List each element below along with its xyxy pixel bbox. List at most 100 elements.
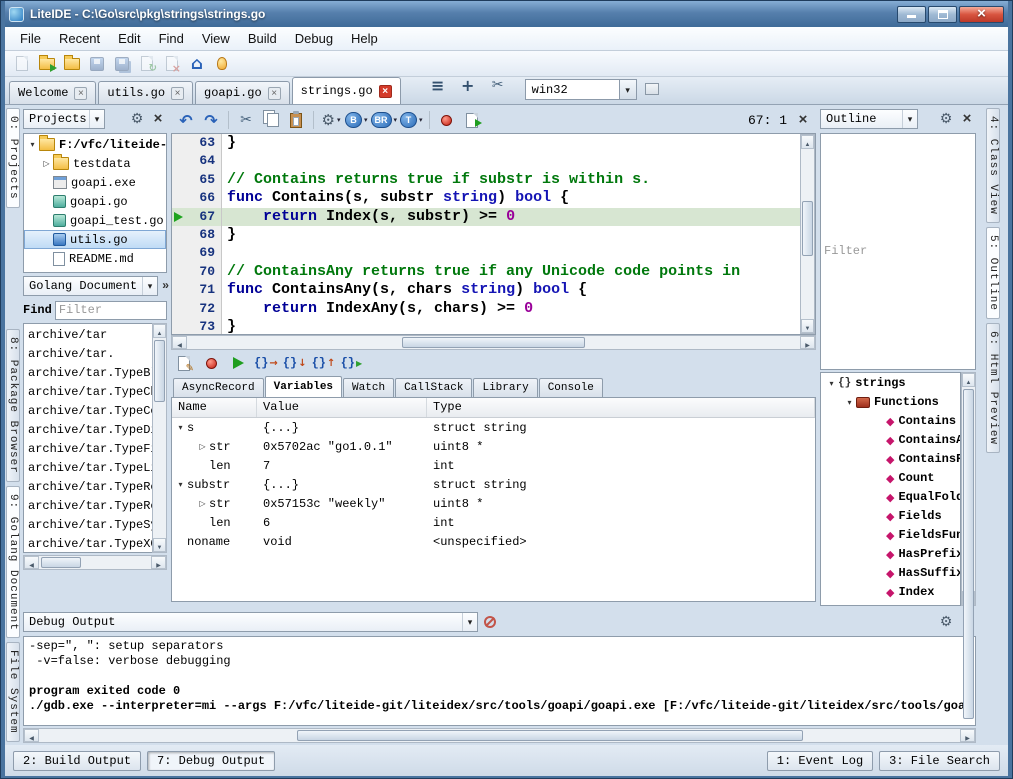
outline-item-equalfold[interactable]: ◆EqualFold xyxy=(821,488,960,507)
code-line-65[interactable]: 65// Contains returns true if substr is … xyxy=(172,171,800,189)
redo-icon[interactable] xyxy=(200,109,222,131)
status-button-1-event-log[interactable]: 1: Event Log xyxy=(767,751,873,771)
continue-icon[interactable] xyxy=(227,352,249,374)
outline-item-hasprefix[interactable]: ◆HasPrefix xyxy=(821,545,960,564)
projects-combo[interactable]: Projects xyxy=(23,109,105,129)
menu-find[interactable]: Find xyxy=(150,29,193,48)
doc-item-archive-tar-typereg[interactable]: archive/tar.TypeReg xyxy=(24,477,152,496)
outline-item-fieldsfunc[interactable]: ◆FieldsFunc xyxy=(821,526,960,545)
godoc-scrollbar[interactable] xyxy=(152,323,167,553)
project-item-f-vfc-liteide-git[interactable]: ▾F:/vfc/liteide-git xyxy=(24,135,166,154)
tab-close-icon[interactable]: × xyxy=(268,87,281,100)
step-into-icon[interactable] xyxy=(283,352,307,374)
side-tab-5-outline[interactable]: 5: Outline xyxy=(986,227,1000,319)
scroll-thumb[interactable] xyxy=(154,340,165,402)
debug-output-combo[interactable]: Debug Output xyxy=(23,612,478,632)
doc-item-archive-tar[interactable]: archive/tar xyxy=(24,325,152,344)
menu-debug[interactable]: Debug xyxy=(286,29,342,48)
debug-tab-variables[interactable]: Variables xyxy=(265,376,342,397)
menu-view[interactable]: View xyxy=(193,29,239,48)
scroll-track[interactable] xyxy=(801,149,814,319)
scroll-thumb[interactable] xyxy=(297,730,804,741)
expander-icon[interactable]: ▾ xyxy=(843,398,856,407)
side-tab-file-system[interactable]: File System xyxy=(6,642,20,742)
column-header-name[interactable]: Name xyxy=(172,398,257,417)
code-line-66[interactable]: 66func Contains(s, substr string) bool { xyxy=(172,189,800,207)
leftdock-hscrollbar[interactable] xyxy=(23,555,167,570)
variable-row-str[interactable]: ▷str0x57153c "weekly"uint8 * xyxy=(172,494,815,513)
expander-icon[interactable]: ▾ xyxy=(174,423,187,432)
chevron-down-icon[interactable] xyxy=(142,277,157,295)
doc-item-archive-tar-typerega[interactable]: archive/tar.TypeRegA xyxy=(24,496,152,515)
status-button-2-build-output[interactable]: 2: Build Output xyxy=(13,751,141,771)
outline-item-hassuffix[interactable]: ◆HasSuffix xyxy=(821,564,960,583)
scroll-down-icon[interactable] xyxy=(801,319,814,333)
build-icon[interactable]: B▾ xyxy=(345,109,368,131)
side-tab-4-class-view[interactable]: 4: Class View xyxy=(986,108,1000,223)
close-editor-button[interactable] xyxy=(794,111,812,129)
outline-item-contains[interactable]: ◆Contains xyxy=(821,412,960,431)
chevron-down-icon[interactable] xyxy=(462,613,477,631)
find-filter-input[interactable] xyxy=(55,301,167,320)
outline-item-indexany[interactable]: ◆IndexAny xyxy=(821,602,960,607)
variable-row-len[interactable]: len6int xyxy=(172,513,815,532)
project-item-goapi-go[interactable]: goapi.go xyxy=(24,192,166,211)
doc-item-archive-tar-typedir[interactable]: archive/tar.TypeDir xyxy=(24,420,152,439)
code-line-63[interactable]: 63} xyxy=(172,134,800,152)
menu-build[interactable]: Build xyxy=(239,29,286,48)
outline-item-count[interactable]: ◆Count xyxy=(821,469,960,488)
chevron-down-icon[interactable] xyxy=(902,110,917,128)
scroll-up-icon[interactable] xyxy=(801,135,814,149)
tab-close-icon[interactable]: × xyxy=(74,87,87,100)
code-line-68[interactable]: 68} xyxy=(172,226,800,244)
scroll-down-icon[interactable] xyxy=(153,538,166,552)
menu-file[interactable]: File xyxy=(11,29,50,48)
expander-icon[interactable]: ▾ xyxy=(26,140,39,149)
minimize-button[interactable] xyxy=(897,6,926,23)
target-combo[interactable]: win32 xyxy=(525,79,637,100)
scroll-up-icon[interactable] xyxy=(153,324,166,338)
scroll-track[interactable] xyxy=(39,556,151,569)
outline-item-strings[interactable]: ▾{}strings xyxy=(821,374,960,393)
outline-combo[interactable]: Outline xyxy=(820,109,918,129)
tab-utils-go[interactable]: utils.go× xyxy=(98,81,193,104)
project-item-goapi-test-go[interactable]: goapi_test.go xyxy=(24,211,166,230)
doc-item-archive-tar-typecont[interactable]: archive/tar.TypeCont xyxy=(24,401,152,420)
expander-icon[interactable]: ▷ xyxy=(196,442,209,451)
start-debug-icon[interactable] xyxy=(436,109,458,131)
side-tab-9-golang-document[interactable]: 9: Golang Document xyxy=(6,486,20,639)
menu-help[interactable]: Help xyxy=(342,29,387,48)
scroll-track[interactable] xyxy=(153,338,166,538)
tab-close-icon[interactable]: × xyxy=(171,87,184,100)
expander-icon[interactable]: ▷ xyxy=(40,159,53,168)
code-line-71[interactable]: 71func ContainsAny(s, chars string) bool… xyxy=(172,281,800,299)
chevron-down-icon[interactable] xyxy=(89,110,104,128)
doc-item-archive-tar-typeblock[interactable]: archive/tar.TypeBlock xyxy=(24,363,152,382)
expander-icon[interactable]: ▷ xyxy=(196,499,209,508)
scroll-track[interactable] xyxy=(187,336,800,349)
scroll-right-icon[interactable] xyxy=(960,729,975,742)
home-icon[interactable] xyxy=(186,53,208,75)
outline-menu-button[interactable] xyxy=(937,110,955,128)
project-item-goapi-exe[interactable]: goapi.exe xyxy=(24,173,166,192)
outline-scrollbar[interactable] xyxy=(961,372,976,607)
doc-item-archive-tar-typechar[interactable]: archive/tar.TypeChar xyxy=(24,382,152,401)
step-over-icon[interactable] xyxy=(254,352,278,374)
debug-tab-console[interactable]: Console xyxy=(539,378,603,397)
open-file-icon[interactable] xyxy=(36,53,58,75)
close-button[interactable] xyxy=(959,6,1004,23)
test-icon[interactable]: T▾ xyxy=(400,109,423,131)
doc-item-archive-tar-typelink[interactable]: archive/tar.TypeLink xyxy=(24,458,152,477)
scroll-right-icon[interactable] xyxy=(800,336,815,349)
doc-item-archive-tar-typesymlink[interactable]: archive/tar.TypeSymlink xyxy=(24,515,152,534)
editor-vscrollbar[interactable] xyxy=(800,134,815,334)
outline-item-fields[interactable]: ◆Fields xyxy=(821,507,960,526)
outline-item-functions[interactable]: ▾Functions xyxy=(821,393,960,412)
status-button-3-file-search[interactable]: 3: File Search xyxy=(879,751,1000,771)
menu-recent[interactable]: Recent xyxy=(50,29,109,48)
scroll-thumb[interactable] xyxy=(402,337,586,348)
paste-icon[interactable] xyxy=(285,109,307,131)
cut-icon[interactable] xyxy=(235,109,257,131)
code-editor[interactable]: 63}6465// Contains returns true if subst… xyxy=(171,133,816,335)
debug-tab-asyncrecord[interactable]: AsyncRecord xyxy=(173,378,264,397)
